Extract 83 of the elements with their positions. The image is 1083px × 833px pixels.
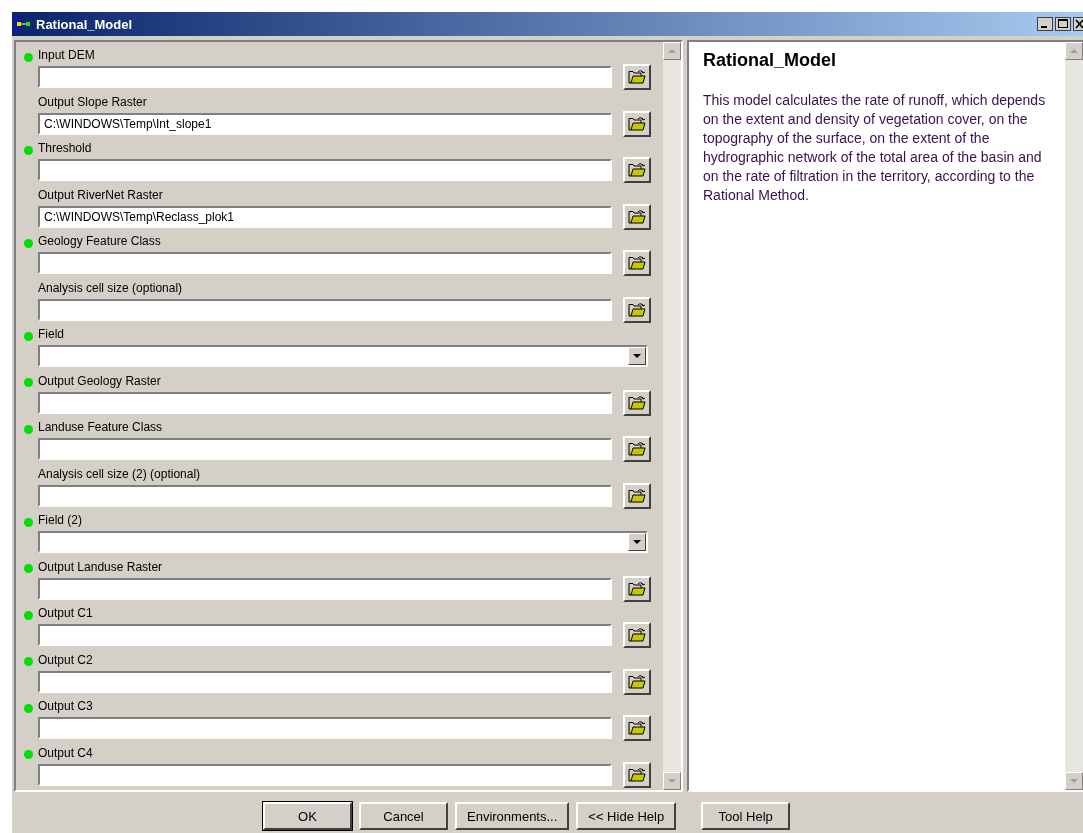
browse-button[interactable] <box>623 436 651 462</box>
folder-icon <box>628 163 646 177</box>
parameter-label: Output C3 <box>38 699 93 713</box>
scroll-up-button[interactable] <box>1065 42 1083 60</box>
folder-icon <box>628 70 646 84</box>
path-field[interactable] <box>38 624 612 646</box>
folder-icon <box>628 721 646 735</box>
parameter-label: Output C4 <box>38 745 93 760</box>
parameter-label: Output C1 <box>38 606 93 620</box>
caret-icon <box>633 540 641 544</box>
dialog-button[interactable]: Cancel <box>359 802 448 830</box>
folder-icon <box>628 442 646 456</box>
maximize-icon[interactable] <box>1055 17 1071 31</box>
browse-button[interactable] <box>623 64 651 90</box>
path-field[interactable] <box>38 577 612 600</box>
folder-icon <box>628 209 646 224</box>
parameter-label: Geology Feature Class <box>38 234 161 248</box>
folder-icon <box>628 581 646 596</box>
caret-icon <box>633 354 641 358</box>
path-field[interactable] <box>38 159 612 181</box>
parameter-label: Input DEM <box>38 48 95 62</box>
close-icon[interactable] <box>1073 17 1083 31</box>
path-field[interactable] <box>38 484 612 507</box>
parameter-label: Output Landuse Raster <box>38 559 163 574</box>
folder-icon <box>628 256 646 270</box>
folder-icon <box>628 302 646 317</box>
parameter-label: Landuse Feature Class <box>38 420 163 434</box>
folder-icon <box>628 488 646 503</box>
browse-button[interactable] <box>623 389 651 416</box>
path-field[interactable] <box>38 66 612 88</box>
window-title: Rational_Model <box>36 16 133 32</box>
browse-button[interactable] <box>623 296 651 323</box>
browse-button[interactable] <box>623 482 651 509</box>
dropdown-field[interactable] <box>38 531 648 553</box>
browse-button[interactable] <box>623 668 651 695</box>
scrollbar[interactable] <box>663 42 681 790</box>
browse-button[interactable] <box>623 157 651 183</box>
parameter-label: Output Geology Raster <box>38 373 161 388</box>
path-field[interactable] <box>38 670 612 693</box>
browse-button[interactable] <box>623 203 651 230</box>
browse-button[interactable] <box>623 250 651 276</box>
folder-icon <box>628 767 646 782</box>
up-arrow-icon <box>1070 49 1078 53</box>
folder-icon <box>628 116 646 131</box>
path-field[interactable] <box>38 763 612 786</box>
parameter-label: Field <box>38 327 64 341</box>
path-field[interactable]: C:\WINDOWS\Temp\Reclass_plok1 <box>38 205 612 228</box>
parameter-label: Analysis cell size (optional) <box>38 280 183 295</box>
scroll-down-button[interactable] <box>663 772 681 790</box>
dialog-button[interactable]: Tool Help <box>701 802 791 830</box>
path-field[interactable] <box>38 717 612 739</box>
parameter-label: Field (2) <box>38 513 82 527</box>
help-title: Rational_Model <box>703 50 837 71</box>
browse-button[interactable] <box>623 715 651 741</box>
parameter-label: Analysis cell size (2) (optional) <box>38 466 201 481</box>
path-field[interactable] <box>38 391 612 414</box>
down-arrow-icon <box>668 779 676 783</box>
browse-button[interactable] <box>623 622 651 648</box>
folder-icon <box>628 628 646 642</box>
browse-button[interactable] <box>623 575 651 602</box>
browse-button[interactable] <box>623 761 651 788</box>
parameter-label: Output C2 <box>38 652 93 667</box>
minimize-icon[interactable] <box>1037 17 1053 31</box>
parameter-label: Output Slope Raster <box>38 94 147 109</box>
browse-button[interactable] <box>623 110 651 137</box>
dialog-button[interactable]: << Hide Help <box>576 802 677 830</box>
path-field[interactable] <box>38 252 612 274</box>
up-arrow-icon <box>668 49 676 53</box>
folder-icon <box>628 674 646 689</box>
help-text: This model calculates the rate of runoff, which depends on the extent and density of vegetation cover, on the topography of the surface, on the extent of the hydrographic network of the total area of the basin and on the rate of filtration in the territory, according to the Rational Method. <box>703 91 1047 205</box>
down-arrow-icon <box>1070 779 1078 783</box>
parameter-label: Threshold <box>38 141 92 155</box>
dialog-button[interactable]: OK <box>263 802 352 830</box>
parameter-label: Output RiverNet Raster <box>38 187 163 202</box>
path-field[interactable]: C:\WINDOWS\Temp\Int_slope1 <box>38 112 612 135</box>
dialog-button[interactable]: Environments... <box>455 802 570 830</box>
folder-icon <box>628 395 646 410</box>
scroll-down-button[interactable] <box>1065 772 1083 790</box>
path-field[interactable] <box>38 438 612 460</box>
path-field[interactable] <box>38 298 612 321</box>
dropdown-field[interactable] <box>38 345 648 367</box>
scroll-up-button[interactable] <box>663 42 681 60</box>
help-scrollbar[interactable] <box>1065 42 1083 790</box>
